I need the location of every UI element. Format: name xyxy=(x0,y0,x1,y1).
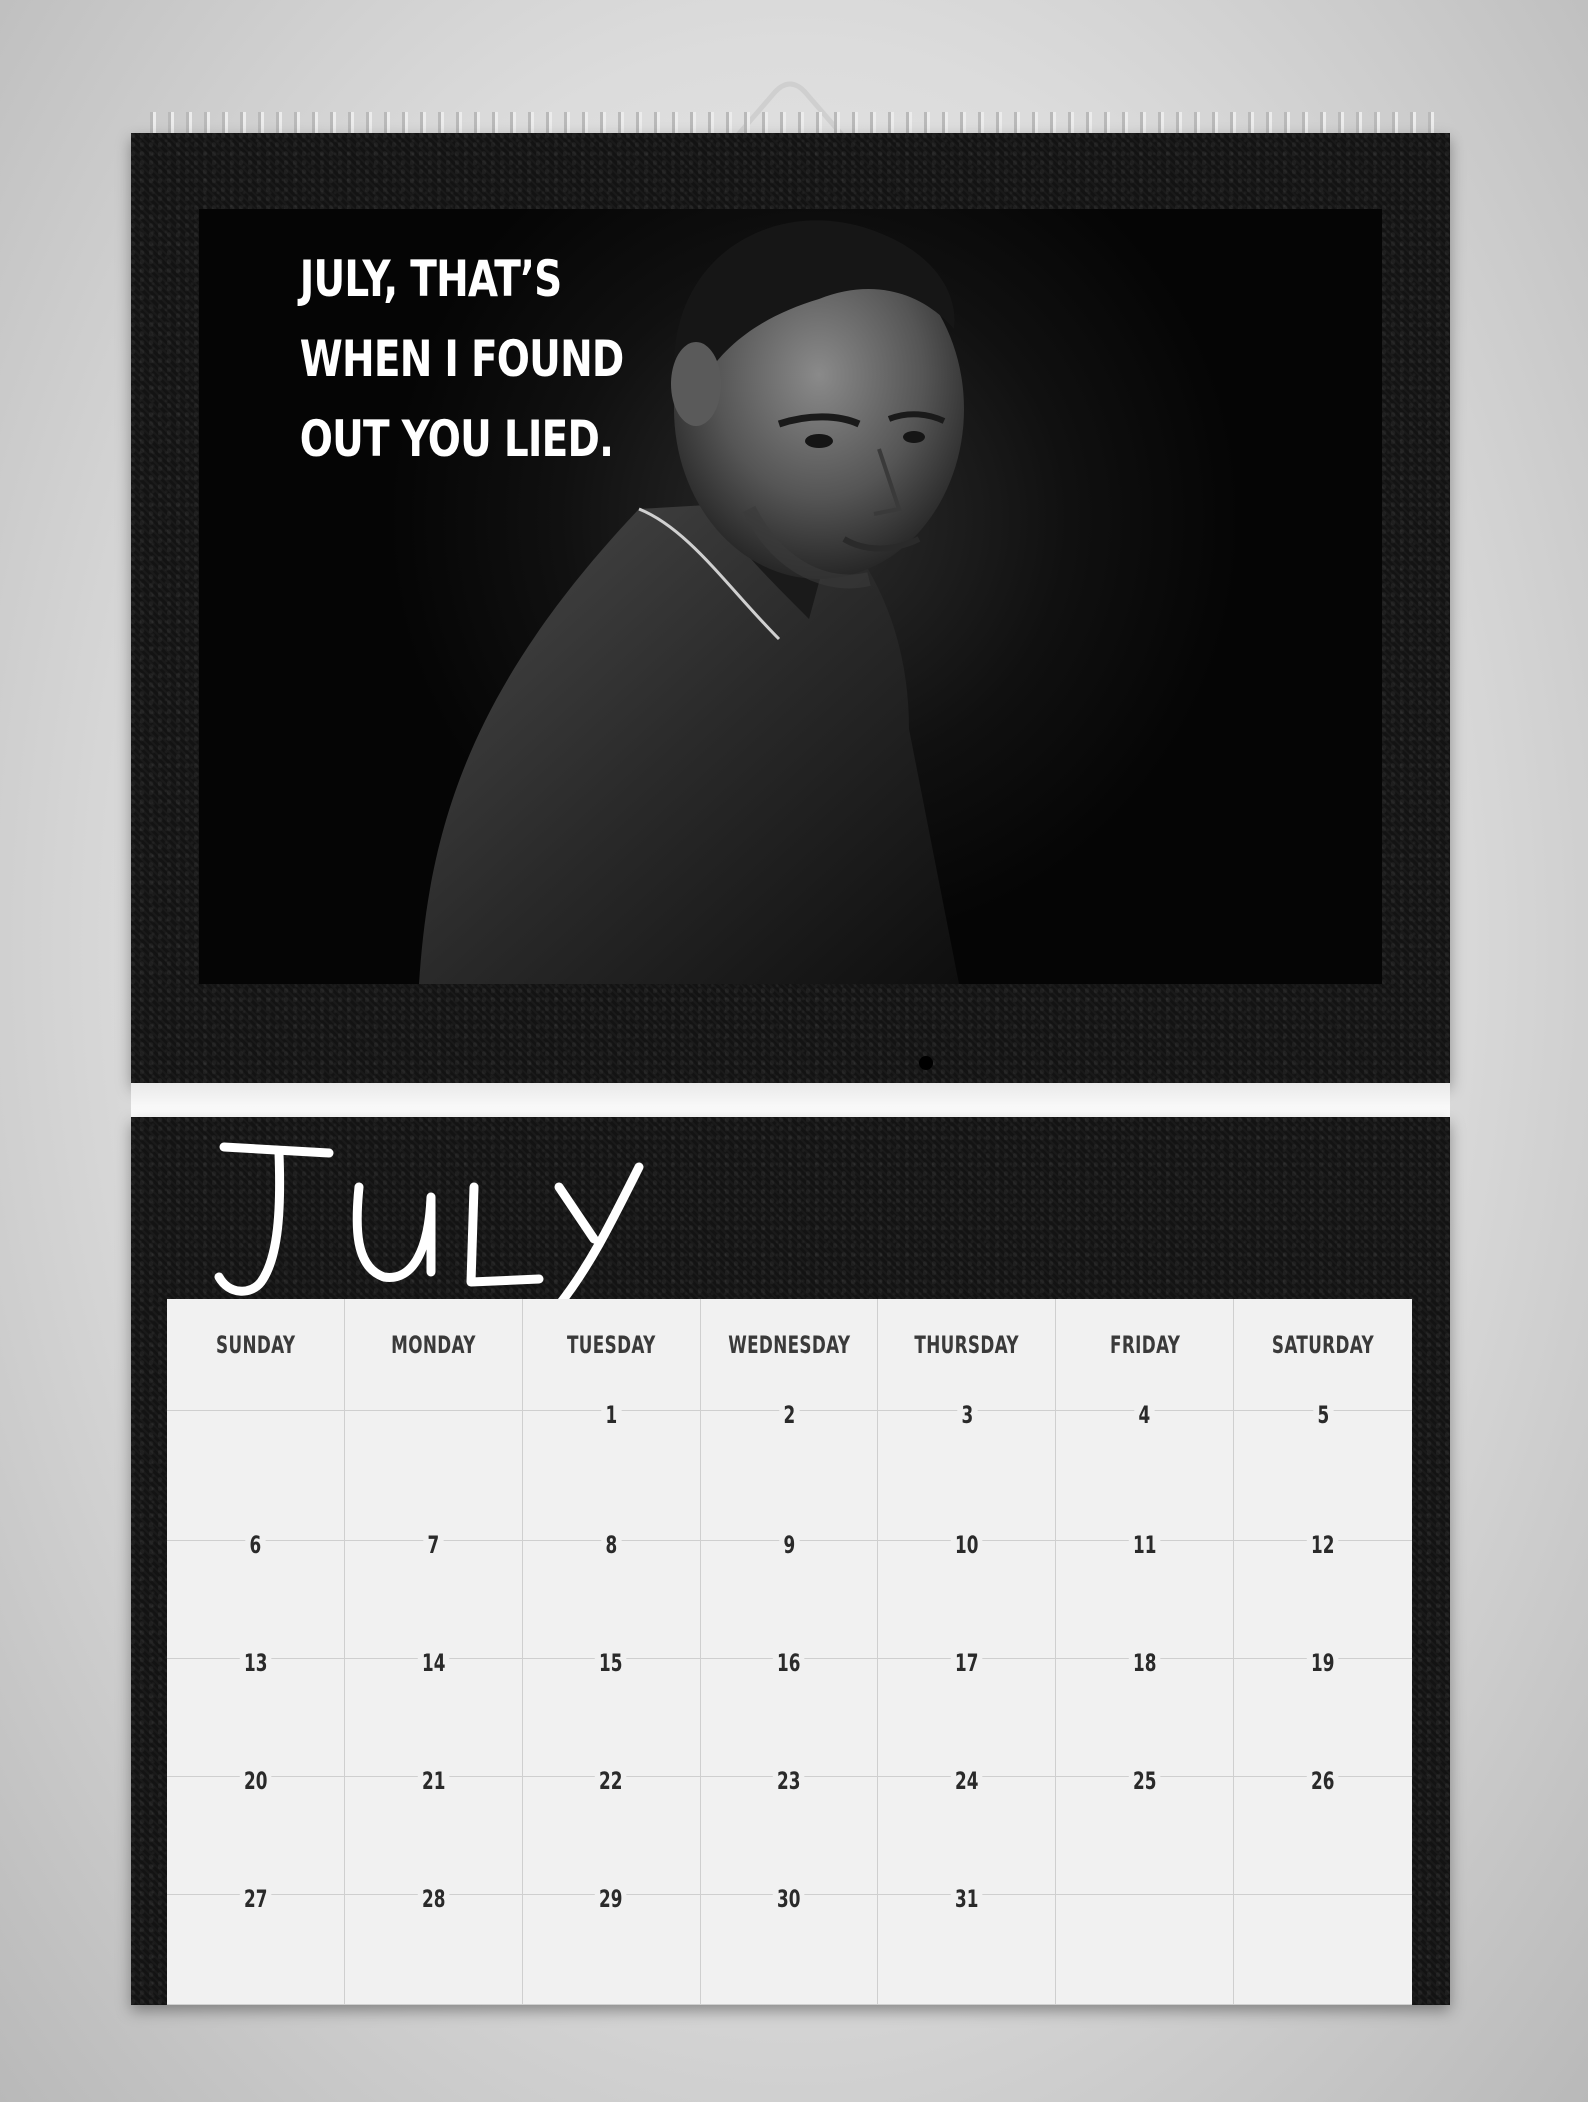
day-cell: 6 xyxy=(167,1531,345,1659)
day-cell: 23 xyxy=(700,1767,879,1895)
quote-text: JULY, THAT’S WHEN I FOUND OUT YOU LIED. xyxy=(269,239,625,479)
day-cell: 12 xyxy=(1234,1531,1412,1659)
page-fold xyxy=(131,1083,1450,1117)
weekday-header: TUESDAY xyxy=(522,1299,701,1411)
day-number: 11 xyxy=(1128,1531,1161,1559)
day-cell: 18 xyxy=(1056,1649,1235,1777)
quote-line: OUT YOU LIED. xyxy=(299,410,614,468)
day-number: 13 xyxy=(239,1649,272,1677)
day-number: 28 xyxy=(417,1885,450,1913)
day-cell xyxy=(167,1411,345,1541)
day-number: 27 xyxy=(239,1885,272,1913)
day-cell: 2 xyxy=(700,1401,879,1541)
day-cell: 3 xyxy=(878,1401,1057,1541)
day-cell: 26 xyxy=(1234,1767,1412,1895)
weekday-label: MONDAY xyxy=(390,1330,476,1359)
day-cell: 7 xyxy=(344,1531,523,1659)
day-number: 14 xyxy=(417,1649,450,1677)
day-cell: 15 xyxy=(522,1649,701,1777)
day-cell: 19 xyxy=(1234,1649,1412,1777)
calendar-bottom-page: SUNDAY MONDAY TUESDAY WEDNESDAY THURSDAY… xyxy=(131,1117,1450,2005)
day-cell: 24 xyxy=(878,1767,1057,1895)
day-cell: 21 xyxy=(344,1767,523,1895)
day-number: 3 xyxy=(956,1401,977,1429)
day-number: 12 xyxy=(1307,1531,1339,1559)
day-number: 18 xyxy=(1128,1649,1161,1677)
day-cell xyxy=(344,1411,523,1541)
day-number: 31 xyxy=(950,1885,983,1913)
day-number: 1 xyxy=(601,1401,622,1429)
weekday-header: THURSDAY xyxy=(878,1299,1057,1411)
cover-photo: JULY, THAT’S WHEN I FOUND OUT YOU LIED. xyxy=(199,209,1382,984)
day-number: 29 xyxy=(595,1885,628,1913)
calendar-grid: SUNDAY MONDAY TUESDAY WEDNESDAY THURSDAY… xyxy=(167,1299,1412,2005)
day-cell: 17 xyxy=(878,1649,1057,1777)
day-number: 22 xyxy=(595,1767,628,1795)
day-cell: 16 xyxy=(700,1649,879,1777)
weekday-header: WEDNESDAY xyxy=(700,1299,879,1411)
day-cell: 20 xyxy=(167,1767,345,1895)
day-number: 21 xyxy=(417,1767,450,1795)
day-cell: 13 xyxy=(167,1649,345,1777)
day-number: 23 xyxy=(773,1767,805,1795)
weekday-label: WEDNESDAY xyxy=(727,1330,851,1359)
weekday-header: SATURDAY xyxy=(1234,1299,1412,1411)
day-cell: 9 xyxy=(700,1531,879,1659)
day-number: 9 xyxy=(778,1531,800,1559)
day-cell: 22 xyxy=(522,1767,701,1895)
weekday-label: SUNDAY xyxy=(215,1330,296,1359)
day-cell: 30 xyxy=(700,1885,879,2005)
day-cell xyxy=(1234,1895,1412,2005)
day-number: 10 xyxy=(950,1531,983,1559)
weekday-header: MONDAY xyxy=(344,1299,523,1411)
day-number: 16 xyxy=(773,1649,805,1677)
day-cell: 14 xyxy=(344,1649,523,1777)
day-number: 7 xyxy=(423,1531,444,1559)
weekday-header: FRIDAY xyxy=(1056,1299,1235,1411)
day-number: 2 xyxy=(778,1401,800,1429)
weekday-label: THURSDAY xyxy=(914,1330,1020,1359)
day-number: 8 xyxy=(601,1531,622,1559)
day-number: 20 xyxy=(239,1767,272,1795)
day-number: 15 xyxy=(595,1649,628,1677)
weekday-label: TUESDAY xyxy=(566,1330,656,1359)
calendar-top-page: JULY, THAT’S WHEN I FOUND OUT YOU LIED. xyxy=(131,133,1450,1083)
day-number: 26 xyxy=(1307,1767,1339,1795)
day-cell: 8 xyxy=(522,1531,701,1659)
day-cell: 5 xyxy=(1234,1401,1412,1541)
day-cell: 10 xyxy=(878,1531,1057,1659)
day-number: 6 xyxy=(245,1531,266,1559)
day-cell: 28 xyxy=(344,1885,523,2005)
day-number: 5 xyxy=(1313,1401,1334,1429)
weekday-label: FRIDAY xyxy=(1109,1330,1180,1359)
day-number: 17 xyxy=(950,1649,983,1677)
hanging-hole xyxy=(919,1056,933,1070)
day-number: 25 xyxy=(1128,1767,1161,1795)
day-cell: 31 xyxy=(878,1885,1057,2005)
month-title xyxy=(214,1142,644,1310)
quote-line: WHEN I FOUND xyxy=(299,330,625,388)
day-cell: 1 xyxy=(522,1401,701,1541)
day-cell: 29 xyxy=(522,1885,701,2005)
day-cell: 4 xyxy=(1056,1401,1235,1541)
day-cell: 25 xyxy=(1056,1767,1235,1895)
day-number: 30 xyxy=(773,1885,805,1913)
day-cell xyxy=(1056,1895,1235,2005)
day-number: 24 xyxy=(950,1767,983,1795)
weekday-label: SATURDAY xyxy=(1271,1330,1375,1359)
weekday-header: SUNDAY xyxy=(167,1299,345,1411)
day-cell: 11 xyxy=(1056,1531,1235,1659)
day-number: 19 xyxy=(1307,1649,1339,1677)
day-cell: 27 xyxy=(167,1885,345,2005)
day-number: 4 xyxy=(1134,1401,1155,1429)
quote-line: JULY, THAT’S xyxy=(299,250,562,308)
